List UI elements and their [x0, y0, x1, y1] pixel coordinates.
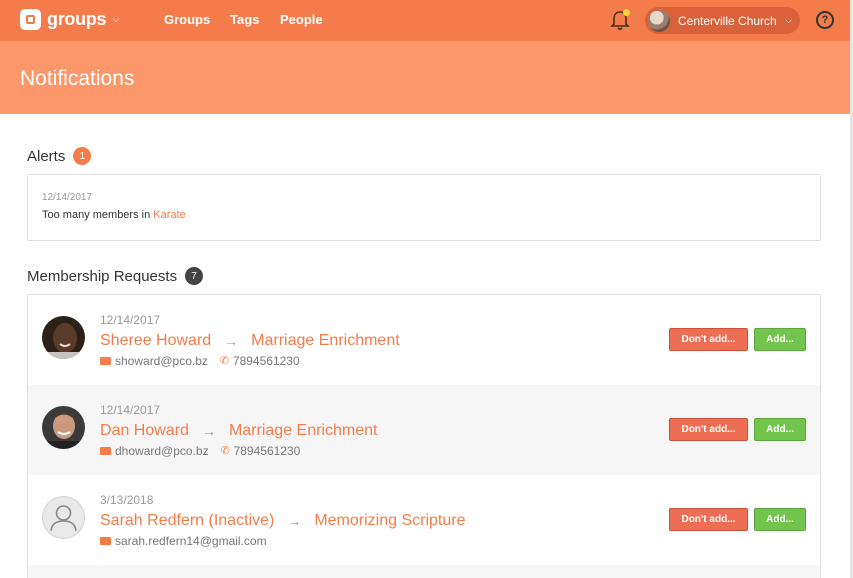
- nav-link-tags[interactable]: Tags: [230, 12, 259, 27]
- main-content: Alerts 1 12/14/2017 Too many members in …: [0, 114, 850, 578]
- mail-icon: [100, 537, 111, 545]
- chevron-down-icon: ⌵: [112, 14, 120, 25]
- add-button[interactable]: Add...: [754, 418, 806, 441]
- avatar: [648, 9, 670, 32]
- avatar[interactable]: [42, 496, 85, 539]
- membership-request-row: [28, 565, 820, 578]
- alert-item: 12/14/2017 Too many members in Karate: [27, 174, 821, 241]
- arrow-right-icon: →: [224, 333, 239, 349]
- chevron-down-icon: ⌵: [785, 15, 792, 25]
- arrow-right-icon: →: [287, 513, 302, 529]
- add-button[interactable]: Add...: [754, 508, 806, 531]
- alerts-title: Alerts: [27, 147, 66, 165]
- page-title: Notifications: [20, 67, 135, 90]
- nav-link-people[interactable]: People: [280, 12, 323, 27]
- phone-icon: ✆: [219, 354, 230, 367]
- alert-text: Too many members in Karate: [42, 209, 186, 221]
- organization-switcher[interactable]: Centerville Church ⌵: [645, 7, 800, 34]
- organization-name: Centerville Church: [678, 13, 777, 28]
- group-link[interactable]: Marriage Enrichment: [251, 332, 400, 350]
- avatar[interactable]: [42, 316, 85, 359]
- top-nav: groups ⌵ Groups Tags People Centerville …: [0, 0, 850, 41]
- dont-add-button[interactable]: Don't add...: [669, 328, 748, 351]
- contact-info: dhoward@pco.bz ✆ 7894561230: [100, 444, 300, 458]
- phone-icon: ✆: [220, 444, 230, 457]
- request-date: 3/13/2018: [100, 493, 154, 507]
- email-text: sarah.redfern14@gmail.com: [115, 534, 267, 548]
- mail-icon: [100, 357, 111, 365]
- alert-group-link[interactable]: Karate: [153, 209, 185, 221]
- request-date: 12/14/2017: [100, 403, 161, 417]
- membership-requests-heading: Membership Requests 7: [27, 267, 204, 285]
- avatar[interactable]: [42, 406, 85, 449]
- group-link[interactable]: Marriage Enrichment: [229, 422, 378, 440]
- membership-request-row: 12/14/2017 Dan Howard → Marriage Enrichm…: [28, 385, 820, 475]
- membership-request-row: 12/14/2017 Sheree Howard → Marriage Enri…: [28, 295, 820, 385]
- contact-info: showard@pco.bz ✆ 7894561230: [100, 354, 300, 368]
- notifications-bell-icon[interactable]: [610, 9, 630, 31]
- person-link[interactable]: Sarah Redfern (Inactive): [100, 512, 274, 530]
- request-summary: Sheree Howard → Marriage Enrichment: [100, 332, 400, 350]
- email-text: dhoward@pco.bz: [115, 444, 209, 458]
- group-link[interactable]: Memorizing Scripture: [314, 512, 465, 530]
- groups-logo-icon: [20, 9, 41, 30]
- alerts-heading: Alerts 1: [27, 147, 92, 165]
- help-icon[interactable]: ?: [816, 11, 834, 29]
- alert-date: 12/14/2017: [42, 192, 93, 203]
- arrow-right-icon: →: [201, 423, 216, 439]
- person-link[interactable]: Sheree Howard: [100, 332, 211, 350]
- alerts-count-badge: 1: [73, 147, 92, 165]
- email-text: showard@pco.bz: [115, 354, 208, 368]
- request-date: 12/14/2017: [100, 313, 161, 327]
- mail-icon: [100, 447, 111, 455]
- membership-requests-title: Membership Requests: [27, 267, 178, 285]
- requests-count-badge: 7: [185, 267, 204, 285]
- phone-text: 7894561230: [232, 354, 300, 368]
- dont-add-button[interactable]: Don't add...: [669, 418, 748, 441]
- nav-link-groups[interactable]: Groups: [164, 12, 210, 27]
- contact-info: sarah.redfern14@gmail.com: [100, 534, 267, 548]
- page-header: Notifications: [0, 41, 850, 114]
- app-name: groups: [47, 9, 107, 29]
- alert-message: Too many members in: [42, 209, 154, 221]
- notification-dot: [623, 9, 630, 16]
- membership-request-list: 12/14/2017 Sheree Howard → Marriage Enri…: [27, 294, 821, 578]
- dont-add-button[interactable]: Don't add...: [669, 508, 748, 531]
- phone-text: 7894561230: [233, 444, 301, 458]
- person-link[interactable]: Dan Howard: [100, 422, 189, 440]
- app-switcher[interactable]: groups ⌵: [20, 9, 120, 30]
- membership-request-row: 3/13/2018 Sarah Redfern (Inactive) → Mem…: [28, 475, 820, 565]
- request-summary: Dan Howard → Marriage Enrichment: [100, 422, 377, 440]
- request-summary: Sarah Redfern (Inactive) → Memorizing Sc…: [100, 512, 465, 530]
- add-button[interactable]: Add...: [754, 328, 806, 351]
